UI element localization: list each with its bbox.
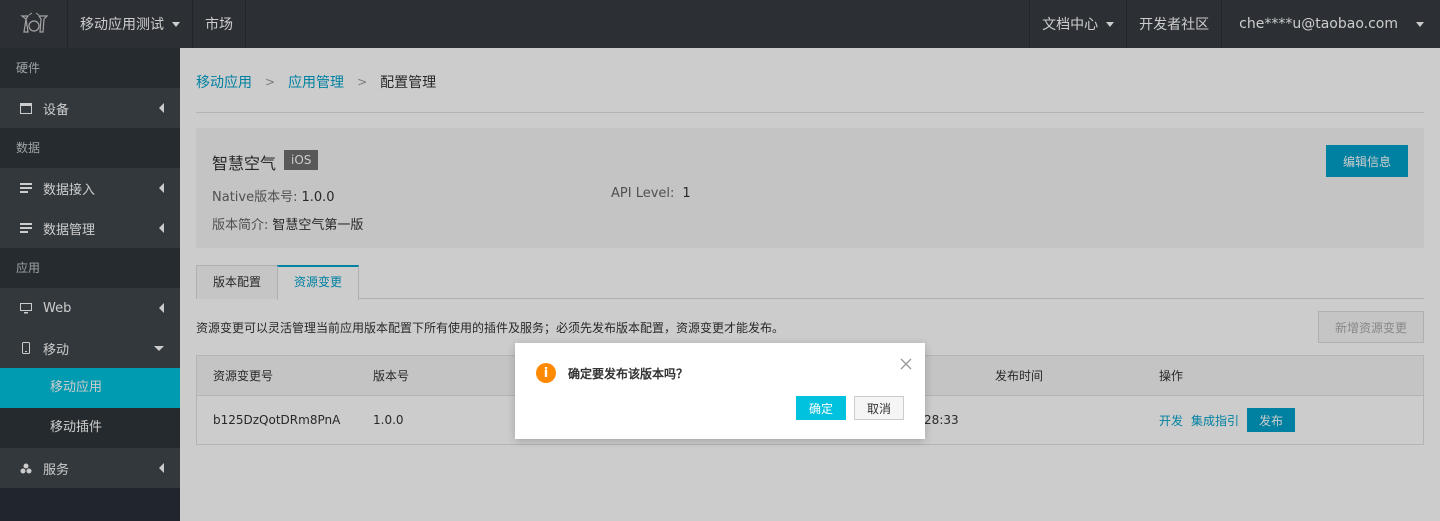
- cancel-button[interactable]: 取消: [854, 396, 904, 420]
- confirm-dialog: i 确定要发布该版本吗？ 确定 取消: [515, 343, 925, 439]
- modal-overlay: [0, 0, 1440, 521]
- close-icon[interactable]: [899, 357, 913, 371]
- warning-icon: i: [536, 363, 556, 383]
- confirm-message: 确定要发布该版本吗？: [568, 367, 689, 381]
- confirm-button[interactable]: 确定: [796, 396, 846, 420]
